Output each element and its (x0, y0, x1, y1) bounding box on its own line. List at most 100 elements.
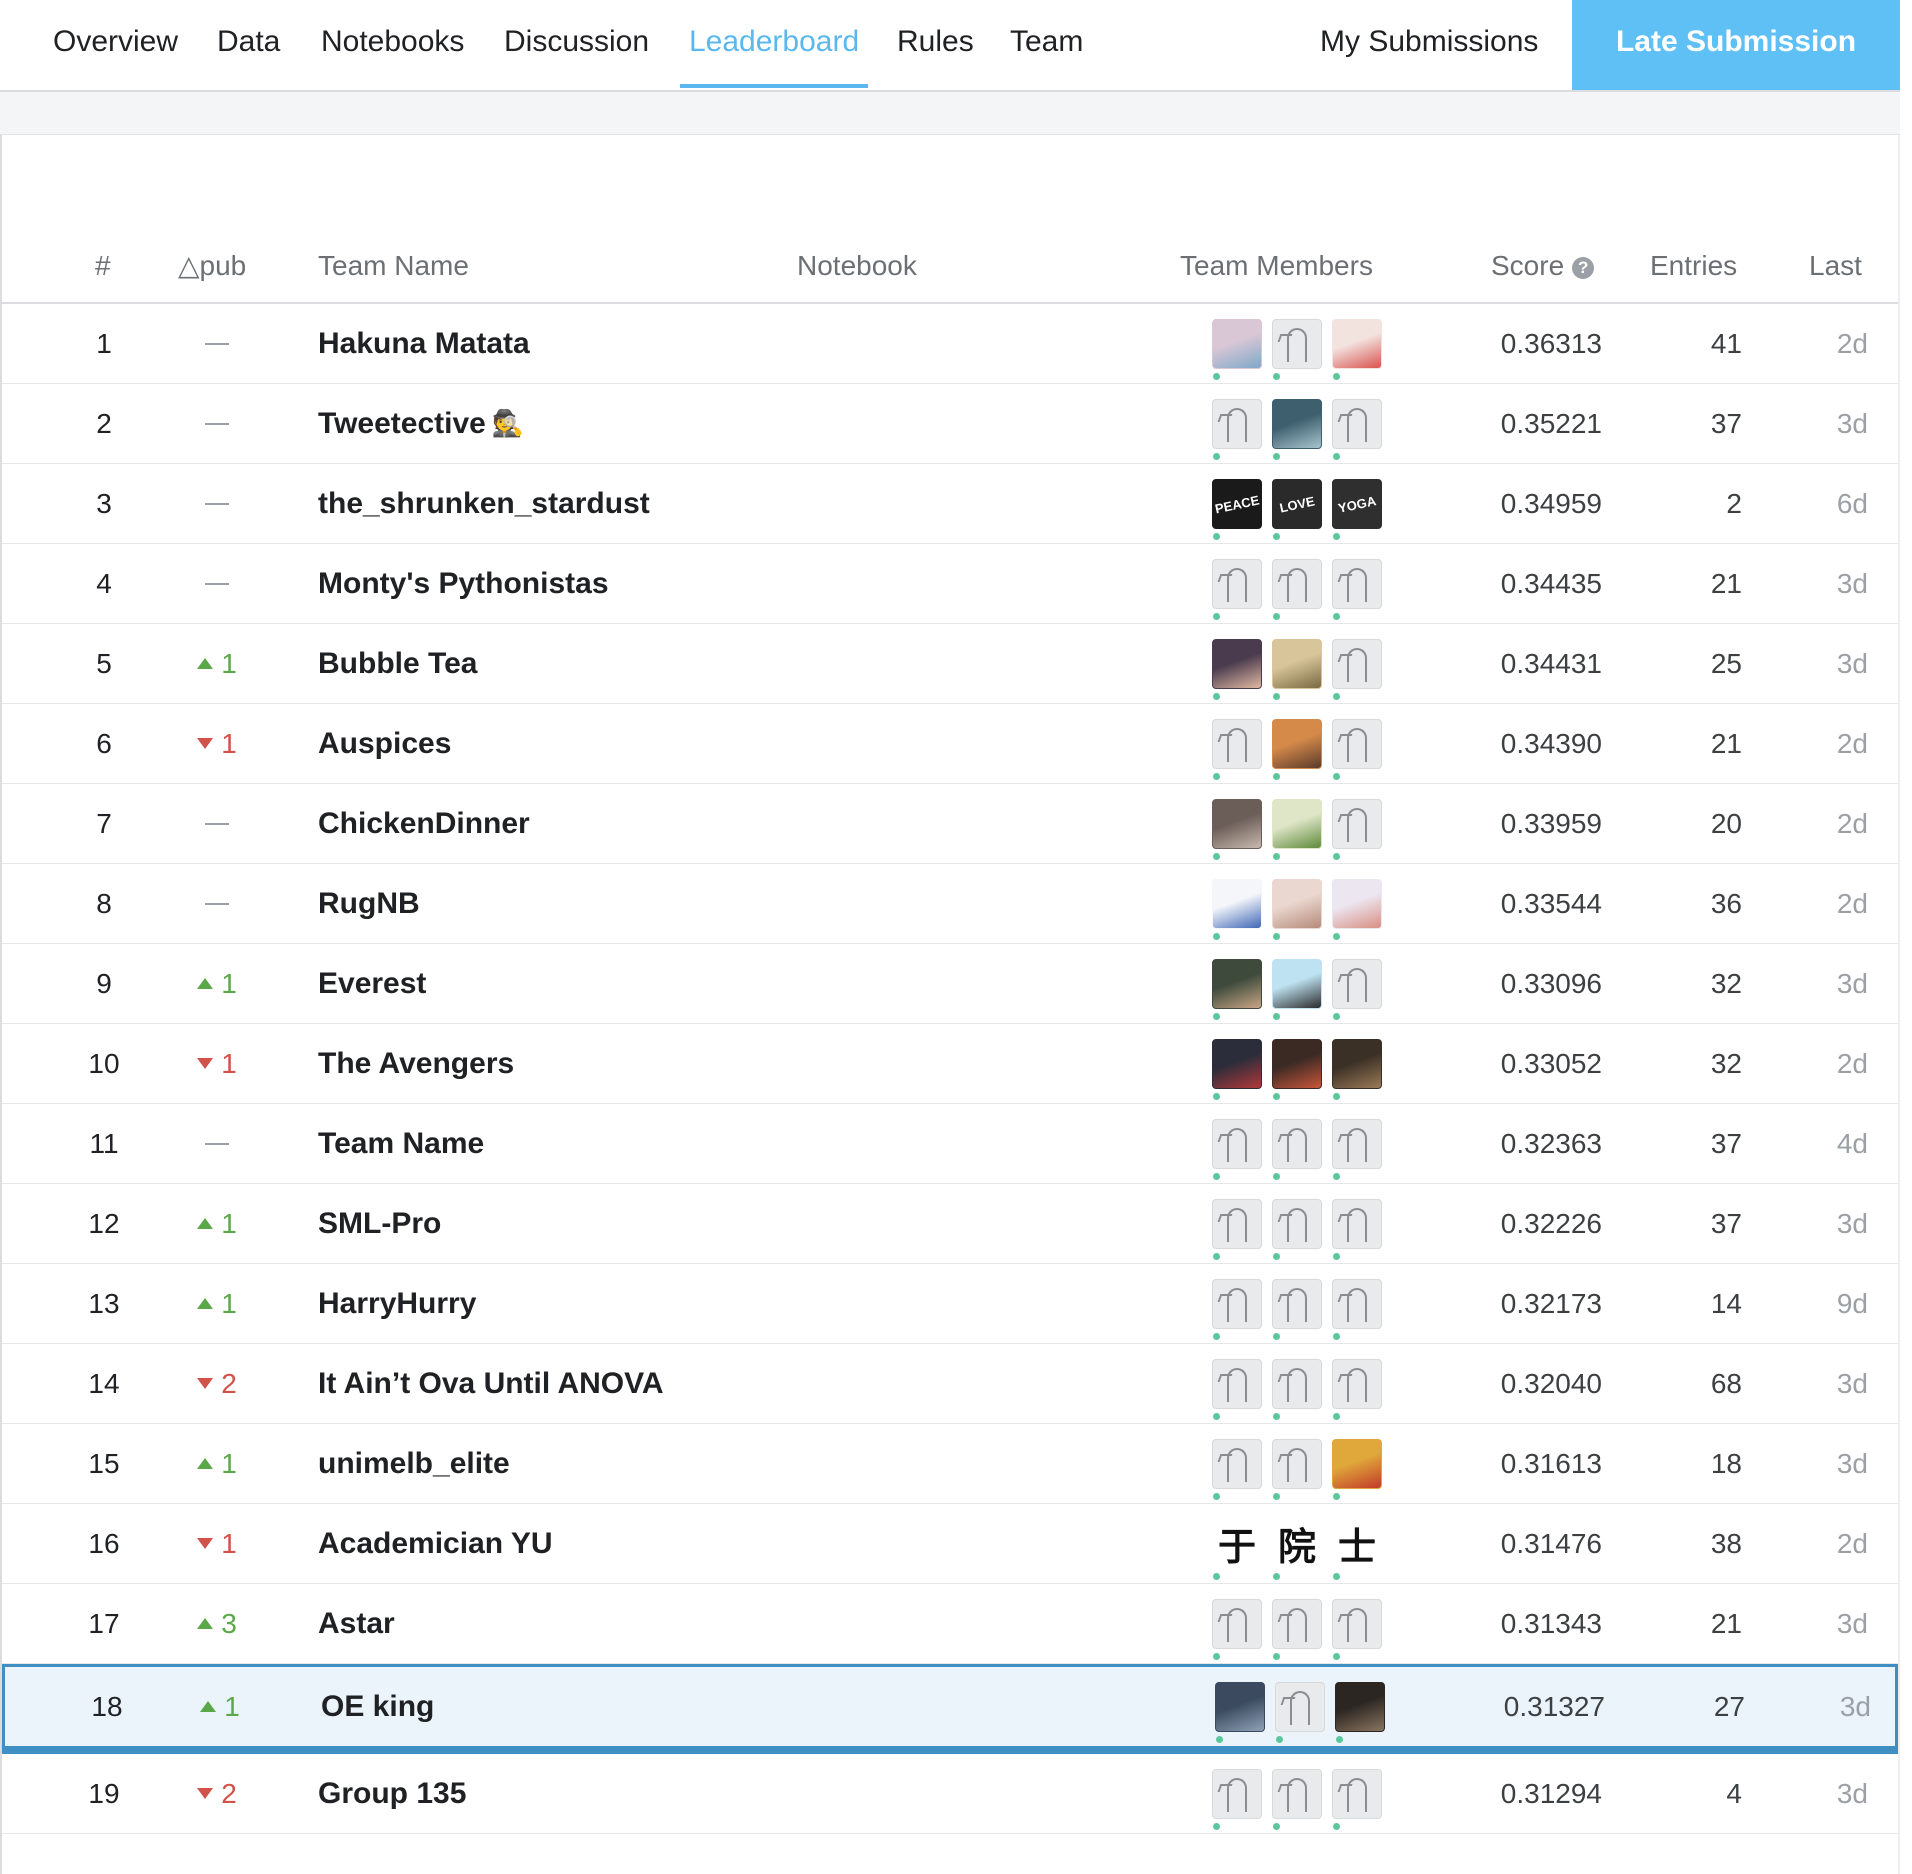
avatar[interactable]: 于 (1212, 1518, 1262, 1580)
avatar[interactable] (1272, 398, 1322, 460)
tab-discussion[interactable]: Discussion (504, 0, 649, 88)
team-name-cell[interactable]: Tweetective 🕵 (318, 384, 1018, 463)
team-name[interactable]: Bubble Tea (318, 647, 477, 681)
table-row[interactable]: 14 2 It Ain’t Ova Until ANOVA 0.32040 68 3d (2, 1344, 1898, 1424)
avatar[interactable] (1332, 1438, 1382, 1500)
table-row[interactable]: 8 RugNB 0.33544 36 2d (2, 864, 1898, 944)
table-row[interactable]: 17 3 Astar 0.31343 21 3d (2, 1584, 1898, 1664)
default-goose-avatar[interactable] (1332, 638, 1382, 700)
table-row[interactable]: 13 1 HarryHurry 0.32173 14 9d (2, 1264, 1898, 1344)
default-goose-avatar[interactable] (1212, 1278, 1262, 1340)
team-name-cell[interactable]: OE king (321, 1667, 1021, 1746)
avatar[interactable]: 士 (1332, 1518, 1382, 1580)
default-goose-avatar[interactable] (1332, 1768, 1382, 1830)
tab-rules[interactable]: Rules (897, 0, 974, 88)
avatar[interactable] (1332, 1038, 1382, 1100)
default-goose-avatar[interactable] (1332, 798, 1382, 860)
default-goose-avatar[interactable] (1212, 1598, 1262, 1660)
team-name-cell[interactable]: Monty's Pythonistas (318, 544, 1018, 623)
header-team-name[interactable]: Team Name (318, 232, 469, 302)
avatar[interactable] (1272, 798, 1322, 860)
tab-notebooks[interactable]: Notebooks (321, 0, 464, 88)
table-row[interactable]: 10 1 The Avengers 0.33052 32 2d (2, 1024, 1898, 1104)
table-row[interactable]: 5 1 Bubble Tea 0.34431 25 3d (2, 624, 1898, 704)
header-entries[interactable]: Entries (1650, 232, 1737, 302)
table-row[interactable]: 15 1 unimelb_elite 0.31613 18 3d (2, 1424, 1898, 1504)
default-goose-avatar[interactable] (1332, 1358, 1382, 1420)
avatar[interactable] (1272, 718, 1322, 780)
table-row[interactable]: 12 1 SML-Pro 0.32226 37 3d (2, 1184, 1898, 1264)
avatar[interactable] (1272, 958, 1322, 1020)
default-goose-avatar[interactable] (1332, 1118, 1382, 1180)
team-name-cell[interactable]: unimelb_elite (318, 1424, 1018, 1503)
default-goose-avatar[interactable] (1332, 1598, 1382, 1660)
avatar[interactable]: 院 (1272, 1518, 1322, 1580)
tab-leaderboard[interactable]: Leaderboard (679, 0, 869, 88)
default-goose-avatar[interactable] (1212, 1768, 1262, 1830)
avatar[interactable] (1215, 1681, 1265, 1743)
team-name[interactable]: Astar (318, 1607, 395, 1641)
team-name[interactable]: Academician YU (318, 1527, 553, 1561)
team-name-cell[interactable]: It Ain’t Ova Until ANOVA (318, 1344, 1018, 1423)
default-goose-avatar[interactable] (1272, 1438, 1322, 1500)
team-name[interactable]: unimelb_elite (318, 1447, 510, 1481)
avatar[interactable] (1212, 1038, 1262, 1100)
default-goose-avatar[interactable] (1275, 1681, 1325, 1743)
table-row[interactable]: 7 ChickenDinner 0.33959 20 2d (2, 784, 1898, 864)
table-row[interactable]: 3 the_shrunken_stardust PEACE LOVE YOGA 0.349… (2, 464, 1898, 544)
default-goose-avatar[interactable] (1272, 1768, 1322, 1830)
default-goose-avatar[interactable] (1332, 718, 1382, 780)
team-name[interactable]: Team Name (318, 1127, 484, 1161)
team-name[interactable]: ChickenDinner (318, 807, 530, 841)
table-row[interactable]: 4 Monty's Pythonistas 0.34435 21 3d (2, 544, 1898, 624)
tab-overview[interactable]: Overview (53, 0, 178, 88)
header-delta[interactable]: △pub (178, 232, 246, 302)
default-goose-avatar[interactable] (1212, 1198, 1262, 1260)
tab-data[interactable]: Data (217, 0, 280, 88)
team-name-cell[interactable]: Astar (318, 1584, 1018, 1663)
avatar[interactable]: YOGA (1332, 478, 1382, 540)
default-goose-avatar[interactable] (1212, 718, 1262, 780)
team-name[interactable]: Monty's Pythonistas (318, 567, 609, 601)
avatar[interactable] (1212, 318, 1262, 380)
team-name-cell[interactable]: SML-Pro (318, 1184, 1018, 1263)
team-name[interactable]: OE king (321, 1690, 434, 1724)
avatar[interactable] (1272, 878, 1322, 940)
default-goose-avatar[interactable] (1332, 1278, 1382, 1340)
table-row[interactable]: 6 1 Auspices 0.34390 21 2d (2, 704, 1898, 784)
team-name-cell[interactable]: Group 135 (318, 1754, 1018, 1833)
default-goose-avatar[interactable] (1272, 1198, 1322, 1260)
default-goose-avatar[interactable] (1272, 1598, 1322, 1660)
team-name[interactable]: HarryHurry (318, 1287, 476, 1321)
team-name-cell[interactable]: the_shrunken_stardust (318, 464, 1018, 543)
default-goose-avatar[interactable] (1212, 558, 1262, 620)
avatar[interactable]: PEACE (1212, 478, 1262, 540)
team-name-cell[interactable]: Team Name (318, 1104, 1018, 1183)
table-row[interactable]: 16 1 Academician YU 于院士 0.31476 38 2d (2, 1504, 1898, 1584)
default-goose-avatar[interactable] (1332, 398, 1382, 460)
avatar[interactable] (1212, 798, 1262, 860)
team-name[interactable]: Auspices (318, 727, 451, 761)
table-row[interactable]: 11 Team Name 0.32363 37 4d (2, 1104, 1898, 1184)
default-goose-avatar[interactable] (1272, 1278, 1322, 1340)
table-row[interactable]: 19 2 Group 135 0.31294 4 3d (2, 1754, 1898, 1834)
team-name[interactable]: SML-Pro (318, 1207, 441, 1241)
table-row[interactable]: 1 Hakuna Matata 0.36313 41 2d (2, 304, 1898, 384)
team-name[interactable]: The Avengers (318, 1047, 514, 1081)
team-name-cell[interactable]: HarryHurry (318, 1264, 1018, 1343)
header-last[interactable]: Last (1809, 232, 1862, 302)
team-name[interactable]: Tweetective (318, 407, 486, 441)
late-submission-button[interactable]: Late Submission (1572, 0, 1900, 90)
avatar[interactable] (1332, 318, 1382, 380)
avatar[interactable] (1332, 878, 1382, 940)
default-goose-avatar[interactable] (1272, 1358, 1322, 1420)
default-goose-avatar[interactable] (1212, 1438, 1262, 1500)
avatar[interactable] (1212, 638, 1262, 700)
my-submissions-link[interactable]: My Submissions (1320, 0, 1538, 88)
default-goose-avatar[interactable] (1332, 558, 1382, 620)
team-name[interactable]: It Ain’t Ova Until ANOVA (318, 1367, 664, 1401)
default-goose-avatar[interactable] (1272, 558, 1322, 620)
default-goose-avatar[interactable] (1272, 1118, 1322, 1180)
table-row[interactable]: 9 1 Everest 0.33096 32 3d (2, 944, 1898, 1024)
avatar[interactable] (1212, 878, 1262, 940)
